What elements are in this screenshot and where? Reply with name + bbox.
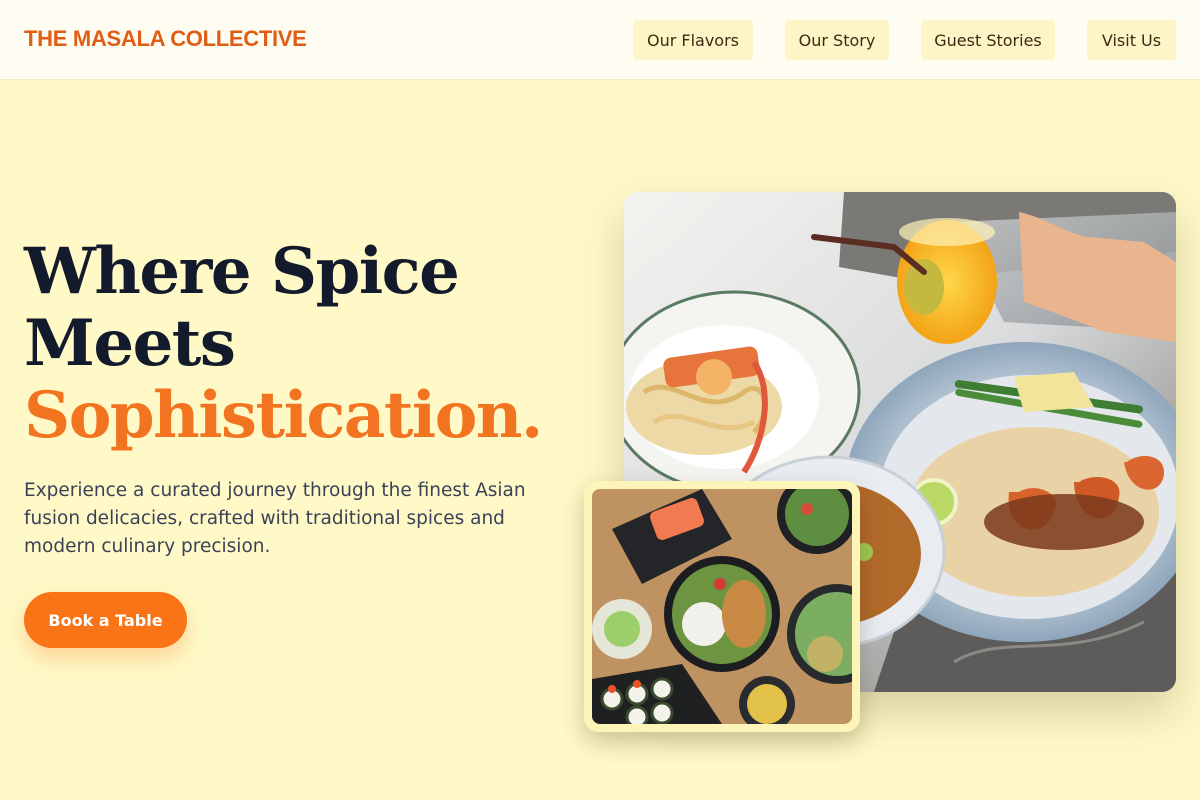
hero-title-line-1: Where Spice <box>24 234 460 309</box>
nav-guest-stories[interactable]: Guest Stories <box>921 20 1055 60</box>
inset-food-photo <box>592 489 852 724</box>
landing-page: THE MASALA COLLECTIVE Our Flavors Our St… <box>0 0 1200 800</box>
nav-our-flavors[interactable]: Our Flavors <box>633 20 753 60</box>
nav-visit-us[interactable]: Visit Us <box>1087 20 1176 60</box>
hero-title-accent: Sophistication. <box>24 378 543 453</box>
brand-logo[interactable]: THE MASALA COLLECTIVE <box>24 26 307 52</box>
hero-title: Where Spice Meets Sophistication. <box>24 236 604 452</box>
book-table-button[interactable]: Book a Table <box>24 592 187 648</box>
hero-description: Experience a curated journey through the… <box>24 480 526 557</box>
hero-title-line-2: Meets <box>24 306 236 381</box>
nav-our-story[interactable]: Our Story <box>785 20 889 60</box>
site-header: THE MASALA COLLECTIVE Our Flavors Our St… <box>0 0 1200 80</box>
